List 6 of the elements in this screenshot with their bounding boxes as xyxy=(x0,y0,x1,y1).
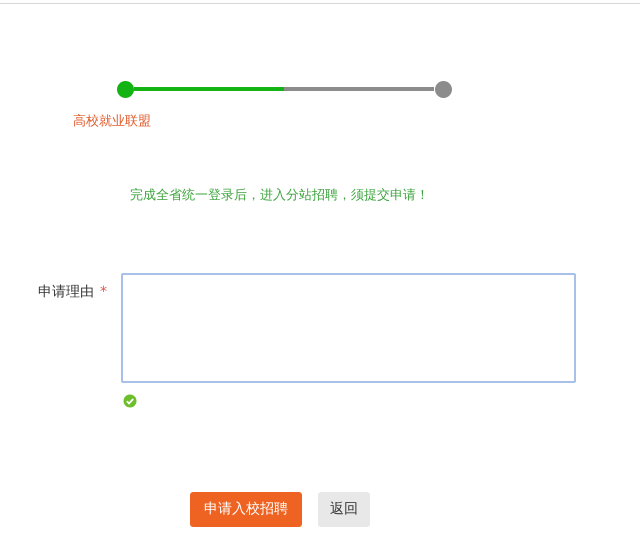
step-label: 高校就业联盟 xyxy=(73,113,151,131)
required-mark: * xyxy=(100,283,107,302)
reason-input[interactable] xyxy=(121,273,576,383)
notice-text: 完成全省统一登录后，进入分站招聘，须提交申请！ xyxy=(130,188,429,203)
back-button[interactable]: 返回 xyxy=(318,492,370,527)
field-label: 申请理由 xyxy=(38,283,94,302)
